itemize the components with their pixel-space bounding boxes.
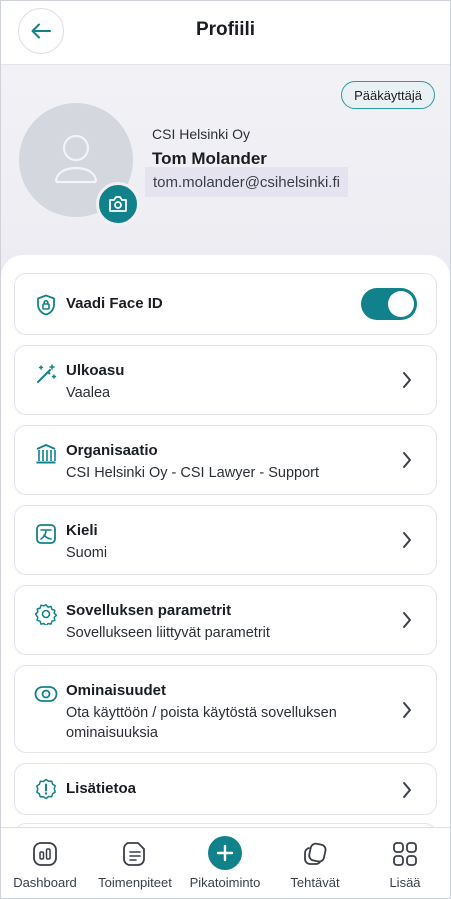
nav-label: Lisää [389, 875, 421, 890]
setting-title: Lisätietoa [66, 780, 137, 797]
setting-subtitle: CSI Helsinki Oy - CSI Lawyer - Support [66, 465, 320, 481]
language-icon [34, 522, 58, 546]
user-email: tom.molander@csihelsinki.fi [145, 167, 348, 197]
setting-subtitle: Ota käyttöön / poista käytöstä sovelluks… [66, 705, 337, 741]
face-id-toggle[interactable] [361, 288, 417, 320]
grid-icon [391, 840, 419, 868]
eye-icon [34, 682, 58, 706]
setting-title: Kieli [66, 522, 98, 539]
setting-title: Ominaisuudet [66, 682, 167, 699]
app-screen: Profiili Pääkäyttäjä CSI Helsinki Oy Tom… [0, 0, 451, 899]
bottom-navigation: Dashboard Toimenpiteet Pikatoiminto Teht… [1, 827, 450, 898]
chevron-right-icon [400, 370, 414, 390]
setting-title: Organisaatio [66, 442, 158, 459]
role-badge: Pääkäyttäjä [341, 81, 435, 109]
change-photo-button[interactable] [96, 182, 140, 226]
gear-icon [34, 602, 58, 626]
magic-wand-icon [34, 362, 58, 386]
face-id-setting: Vaadi Face ID [14, 273, 437, 335]
tasks-icon [301, 840, 329, 868]
document-icon [121, 840, 149, 868]
face-id-label: Vaadi Face ID [66, 295, 163, 312]
nav-label: Pikatoiminto [189, 875, 261, 890]
setting-features[interactable]: Ominaisuudet Ota käyttöön / poista käytö… [14, 665, 437, 753]
setting-app-parameters[interactable]: Sovelluksen parametrit Sovellukseen liit… [14, 585, 437, 655]
nav-tasks[interactable]: Tehtävät [270, 828, 360, 898]
nav-label: Toimenpiteet [98, 875, 172, 890]
user-name: Tom Molander [152, 149, 267, 168]
setting-subtitle: Vaalea [66, 385, 111, 401]
chevron-right-icon [400, 780, 414, 800]
chevron-right-icon [400, 700, 414, 720]
setting-organization[interactable]: Organisaatio CSI Helsinki Oy - CSI Lawye… [14, 425, 437, 495]
chevron-right-icon [400, 450, 414, 470]
shield-lock-icon [34, 293, 58, 317]
plus-icon [208, 836, 242, 870]
camera-icon [109, 196, 127, 212]
info-badge-icon [34, 777, 58, 801]
nav-quick-action[interactable]: Pikatoiminto [180, 828, 270, 898]
nav-dashboard[interactable]: Dashboard [1, 828, 90, 898]
setting-language[interactable]: Kieli Suomi [14, 505, 437, 575]
nav-label: Dashboard [13, 875, 77, 890]
setting-title: Sovelluksen parametrit [66, 602, 232, 619]
nav-more[interactable]: Lisää [360, 828, 450, 898]
setting-appearance[interactable]: Ulkoasu Vaalea [14, 345, 437, 415]
user-silhouette-icon [54, 134, 98, 184]
chevron-right-icon [400, 530, 414, 550]
building-icon [34, 442, 58, 466]
nav-actions[interactable]: Toimenpiteet [90, 828, 180, 898]
top-bar: Profiili [1, 1, 450, 65]
company-name: CSI Helsinki Oy [152, 126, 251, 142]
toggle-knob [388, 291, 414, 317]
chevron-right-icon [400, 610, 414, 630]
setting-more-info[interactable]: Lisätietoa [14, 763, 437, 815]
nav-label: Tehtävät [290, 875, 340, 890]
page-title: Profiili [195, 19, 256, 40]
setting-subtitle: Suomi [66, 545, 108, 561]
setting-subtitle: Sovellukseen liittyvät parametrit [66, 625, 270, 641]
dashboard-icon [31, 840, 59, 868]
setting-title: Ulkoasu [66, 362, 125, 379]
